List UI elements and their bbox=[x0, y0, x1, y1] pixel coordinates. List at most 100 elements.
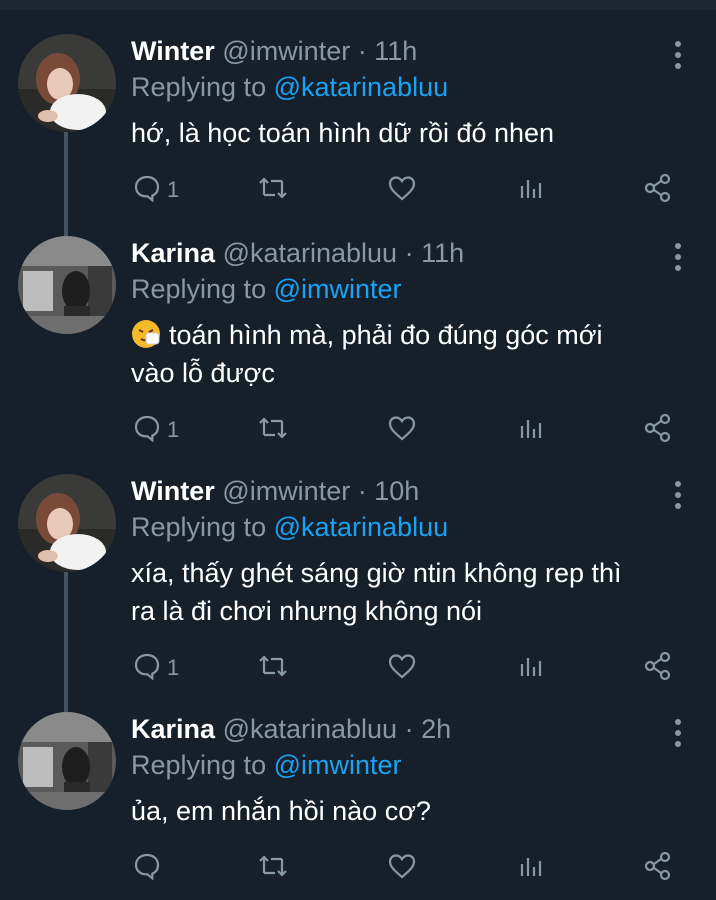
tweet-header: Winter @imwinter · 10h bbox=[131, 474, 419, 508]
like-icon bbox=[387, 652, 417, 685]
tweet-text-line: toán hình mà, phải đo đúng góc mới bbox=[131, 316, 691, 354]
tweet[interactable]: Karina @katarinabluu · 2h Replying to @i… bbox=[0, 712, 716, 900]
winter-avatar-image bbox=[18, 474, 116, 572]
retweet-icon bbox=[257, 414, 289, 447]
analytics-icon bbox=[519, 414, 545, 447]
retweet-icon bbox=[257, 852, 289, 885]
share-icon bbox=[643, 413, 673, 448]
avatar[interactable] bbox=[18, 34, 116, 132]
like-button[interactable] bbox=[387, 410, 417, 450]
tweet-header: Karina @katarinabluu · 2h bbox=[131, 712, 451, 746]
more-icon[interactable] bbox=[670, 40, 686, 70]
like-button[interactable] bbox=[387, 848, 417, 888]
avatar[interactable] bbox=[18, 474, 116, 572]
display-name[interactable]: Winter bbox=[131, 476, 215, 506]
retweet-button[interactable] bbox=[257, 410, 289, 450]
tweet-text: toán hình mà, phải đo đúng góc mới vào l… bbox=[131, 316, 691, 392]
tweet-text-line: ra là đi chơi nhưng không nói bbox=[131, 596, 482, 626]
mention-link[interactable]: @imwinter bbox=[274, 750, 402, 780]
tweet-text-line: hớ, là học toán hình dữ rồi đó nhen bbox=[131, 118, 555, 148]
share-button[interactable] bbox=[643, 410, 673, 450]
avatar[interactable] bbox=[18, 712, 116, 810]
replying-to: Replying to @imwinter bbox=[131, 272, 402, 306]
tweet-text-line-1: toán hình mà, phải đo đúng góc mới bbox=[169, 320, 603, 350]
tweet-text: hớ, là học toán hình dữ rồi đó nhen bbox=[131, 114, 691, 152]
analytics-icon bbox=[519, 174, 545, 207]
user-handle[interactable]: @imwinter bbox=[222, 36, 350, 66]
mention-link[interactable]: @imwinter bbox=[274, 274, 402, 304]
replying-to-label: Replying to bbox=[131, 512, 267, 542]
timestamp[interactable]: 2h bbox=[421, 714, 451, 744]
karina-avatar-image bbox=[18, 236, 116, 334]
analytics-button[interactable] bbox=[519, 848, 545, 888]
tweet-actions: 1 bbox=[131, 170, 691, 210]
mention-link[interactable]: @katarinabluu bbox=[274, 72, 449, 102]
like-button[interactable] bbox=[387, 648, 417, 688]
reply-count: 1 bbox=[167, 417, 180, 442]
tweet[interactable]: Winter @imwinter · 11h Replying to @kata… bbox=[0, 34, 716, 234]
retweet-button[interactable] bbox=[257, 848, 289, 888]
separator-dot: · bbox=[404, 238, 414, 268]
like-icon bbox=[387, 174, 417, 207]
tweet-actions: 1 bbox=[131, 648, 691, 688]
share-button[interactable] bbox=[643, 648, 673, 688]
tweet[interactable]: Winter @imwinter · 10h Replying to @kata… bbox=[0, 474, 716, 696]
retweet-button[interactable] bbox=[257, 648, 289, 688]
like-icon bbox=[387, 414, 417, 447]
reply-icon bbox=[133, 852, 161, 885]
reply-button[interactable] bbox=[133, 848, 167, 888]
like-icon bbox=[387, 852, 417, 885]
replying-to-label: Replying to bbox=[131, 274, 267, 304]
timestamp[interactable]: 10h bbox=[374, 476, 419, 506]
tweet-text: ủa, em nhắn hồi nào cơ? bbox=[131, 792, 691, 830]
tweet-text: xía, thấy ghét sáng giờ ntin không rep t… bbox=[131, 554, 691, 630]
user-handle[interactable]: @katarinabluu bbox=[223, 714, 398, 744]
analytics-icon bbox=[519, 852, 545, 885]
retweet-icon bbox=[257, 652, 289, 685]
tweet-header: Karina @katarinabluu · 11h bbox=[131, 236, 464, 270]
reply-button[interactable]: 1 bbox=[133, 648, 179, 688]
retweet-button[interactable] bbox=[257, 170, 289, 210]
analytics-icon bbox=[519, 652, 545, 685]
replying-to: Replying to @imwinter bbox=[131, 748, 402, 782]
sneezing-face-emoji-icon bbox=[131, 319, 161, 349]
separator-dot: · bbox=[357, 476, 367, 506]
display-name[interactable]: Karina bbox=[131, 714, 215, 744]
reply-icon bbox=[133, 414, 161, 447]
share-icon bbox=[643, 651, 673, 686]
winter-avatar-image bbox=[18, 34, 116, 132]
user-handle[interactable]: @imwinter bbox=[222, 476, 350, 506]
mention-link[interactable]: @katarinabluu bbox=[274, 512, 449, 542]
display-name[interactable]: Winter bbox=[131, 36, 215, 66]
analytics-button[interactable] bbox=[519, 170, 545, 210]
more-icon[interactable] bbox=[670, 718, 686, 748]
tweet[interactable]: Karina @katarinabluu · 11h Replying to @… bbox=[0, 236, 716, 458]
replying-to-label: Replying to bbox=[131, 750, 267, 780]
display-name[interactable]: Karina bbox=[131, 238, 215, 268]
share-button[interactable] bbox=[643, 848, 673, 888]
reply-button[interactable]: 1 bbox=[133, 170, 179, 210]
reply-icon bbox=[133, 174, 161, 207]
replying-to-label: Replying to bbox=[131, 72, 267, 102]
karina-avatar-image bbox=[18, 712, 116, 810]
tweet-header: Winter @imwinter · 11h bbox=[131, 34, 417, 68]
separator-dot: · bbox=[357, 36, 367, 66]
avatar[interactable] bbox=[18, 236, 116, 334]
like-button[interactable] bbox=[387, 170, 417, 210]
reply-count: 1 bbox=[167, 177, 180, 202]
analytics-button[interactable] bbox=[519, 648, 545, 688]
tweet-actions bbox=[131, 848, 691, 888]
share-icon bbox=[643, 173, 673, 208]
share-button[interactable] bbox=[643, 170, 673, 210]
timestamp[interactable]: 11h bbox=[421, 238, 464, 268]
reply-button[interactable]: 1 bbox=[133, 410, 179, 450]
user-handle[interactable]: @katarinabluu bbox=[223, 238, 398, 268]
more-icon[interactable] bbox=[670, 480, 686, 510]
retweet-icon bbox=[257, 174, 289, 207]
separator-dot: · bbox=[404, 714, 414, 744]
reply-thread: Winter @imwinter · 11h Replying to @kata… bbox=[0, 0, 716, 900]
replying-to: Replying to @katarinabluu bbox=[131, 510, 448, 544]
analytics-button[interactable] bbox=[519, 410, 545, 450]
timestamp[interactable]: 11h bbox=[374, 36, 417, 66]
more-icon[interactable] bbox=[670, 242, 686, 272]
